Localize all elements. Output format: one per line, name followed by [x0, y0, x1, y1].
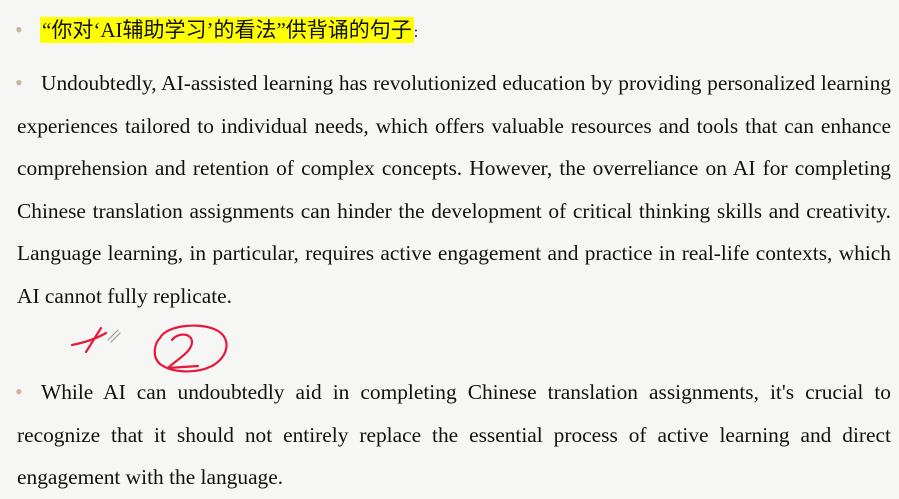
hand-drawn-numeral [166, 333, 200, 370]
highlighted-heading: “你对‘AI辅助学习’的看法”供背诵的句子 [40, 17, 414, 43]
paragraph-1: Undoubtedly, AI-assisted learning has re… [17, 62, 891, 317]
heading-colon: : [413, 24, 419, 41]
slide: • “你对‘AI辅助学习’的看法”供背诵的句子: • Undoubtedly, … [0, 0, 899, 490]
paragraph-2: While AI can undoubtedly aid in completi… [17, 371, 891, 499]
bullet-point: • [15, 17, 23, 42]
strike-mark [70, 331, 108, 347]
strike-mark [84, 326, 103, 354]
heading: “你对‘AI辅助学习’的看法”供背诵的句子: [40, 14, 418, 49]
hand-drawn-circle [153, 324, 228, 373]
paragraph-1-text: Undoubtedly, AI-assisted learning has re… [17, 71, 891, 308]
paragraph-2-text: While AI can undoubtedly aid in completi… [17, 380, 891, 489]
pen-cursor-icon [107, 329, 121, 343]
